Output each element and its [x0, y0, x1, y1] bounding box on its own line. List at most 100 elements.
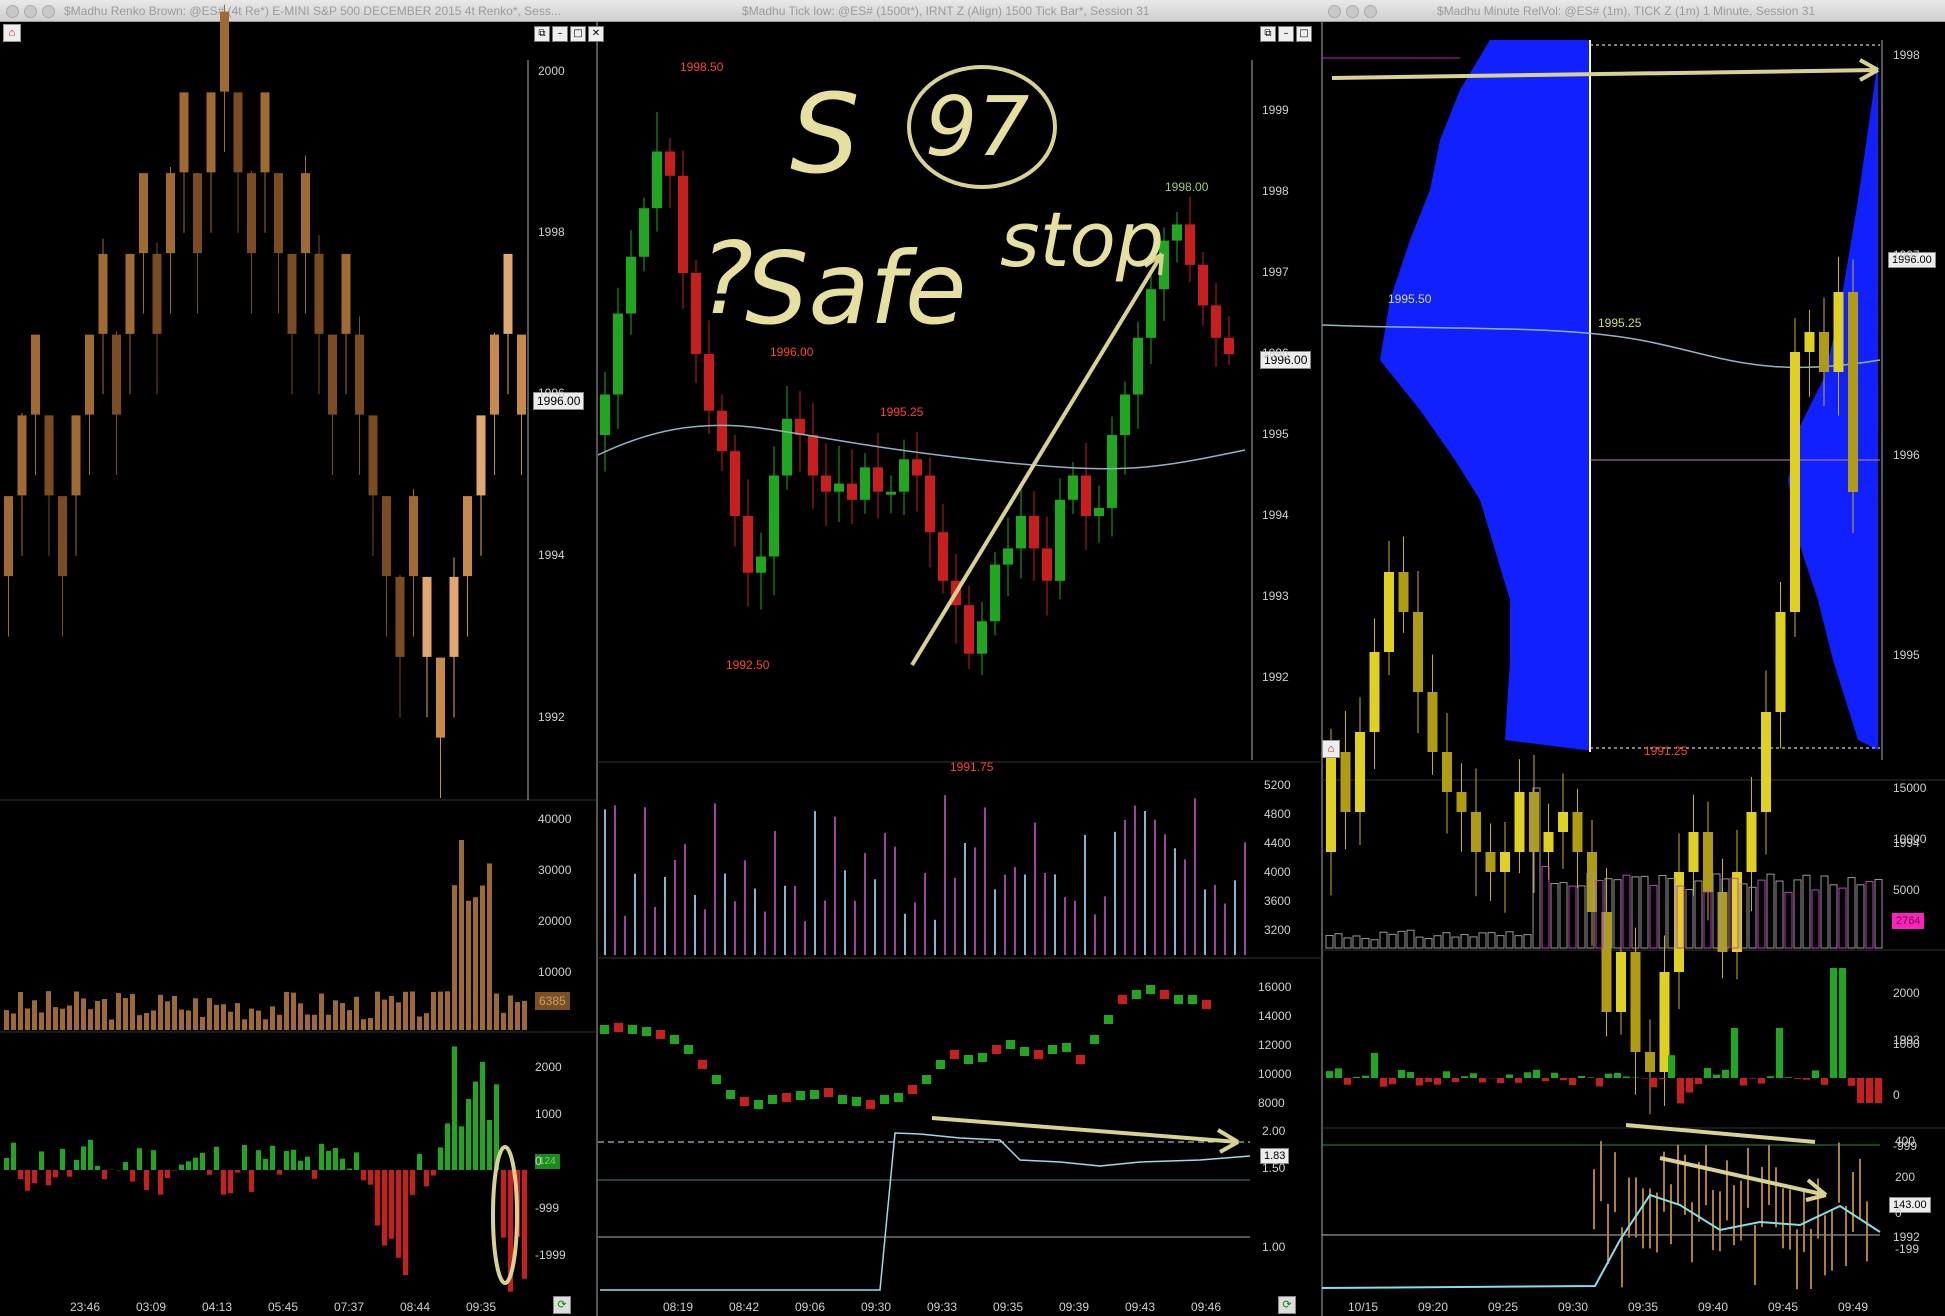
osc-tick-label: -1999 — [535, 1248, 566, 1262]
osc-candle — [880, 1095, 889, 1104]
home-icon[interactable]: ⌂ — [1322, 740, 1340, 758]
volume-bar — [1649, 884, 1658, 949]
refresh-icon[interactable]: ⟳ — [553, 1296, 571, 1314]
close-icon[interactable]: ✕ — [588, 26, 604, 42]
volume-bar — [466, 900, 471, 1030]
window-controls-right[interactable]: ⧉ – □ — [1260, 26, 1312, 42]
osc-bar — [277, 1170, 282, 1175]
osc-bar — [1740, 1078, 1747, 1086]
osc-bar — [256, 1150, 261, 1170]
volume-bar — [102, 999, 107, 1030]
osc-candle — [740, 1097, 749, 1106]
osc-candle — [1132, 990, 1141, 999]
osc-bar — [1578, 1075, 1585, 1078]
volume-tick-label: 5200 — [1264, 778, 1291, 792]
osc-bar — [1398, 1070, 1405, 1078]
volume-bar — [46, 991, 51, 1030]
candle-body — [756, 556, 766, 573]
osc-candle — [698, 1060, 707, 1069]
osc-bar — [1875, 1078, 1882, 1103]
volume-bar — [172, 995, 177, 1030]
volume-bar — [375, 991, 380, 1030]
detach-icon[interactable]: ⧉ — [534, 26, 550, 42]
osc-candle — [600, 1025, 609, 1034]
candle-body — [1185, 224, 1195, 265]
osc-bar — [1443, 1071, 1450, 1078]
osc-tick-label: 12000 — [1258, 1038, 1292, 1052]
volume-bar — [1685, 889, 1694, 949]
osc-tick-label: 8000 — [1258, 1096, 1285, 1110]
volume-bar — [473, 897, 478, 1030]
osc-bar — [130, 1170, 135, 1182]
osc-bar — [291, 1149, 296, 1170]
osc-bar — [123, 1161, 128, 1170]
volume-bar — [11, 1013, 16, 1030]
candle-body — [1326, 752, 1336, 852]
osc-bar — [39, 1151, 44, 1170]
home-icon[interactable]: ⌂ — [3, 24, 21, 42]
osc-tick-label: 1000 — [1893, 1037, 1920, 1051]
candle-body — [873, 467, 883, 492]
candle-body — [678, 175, 688, 273]
candle-body — [1456, 792, 1467, 812]
price-tick-label: 1998 — [1262, 184, 1289, 198]
osc-bar — [1506, 1074, 1513, 1078]
volume-bar — [109, 1019, 114, 1030]
price-tick-label: 1996 — [1262, 346, 1289, 360]
price-tick-label: 2000 — [538, 64, 565, 78]
price-tick-label: 1997 — [1893, 248, 1920, 262]
detach-icon[interactable]: ⧉ — [1260, 26, 1276, 42]
osc-bar — [102, 1170, 107, 1180]
osc-bar — [270, 1145, 275, 1170]
osc-bar — [172, 1170, 177, 1171]
refresh-icon[interactable]: ⟳ — [1278, 1296, 1296, 1314]
osc-bar — [1821, 1078, 1828, 1085]
volume-bar — [1334, 933, 1343, 949]
volume-bar — [361, 1019, 366, 1030]
osc-bar — [1479, 1078, 1486, 1083]
candle-body — [730, 451, 740, 516]
osc-bar — [207, 1170, 212, 1175]
candle-body — [977, 621, 987, 654]
osc-bar — [67, 1170, 72, 1177]
candle-body — [1543, 832, 1554, 852]
osc-bar — [438, 1147, 443, 1170]
candle-body — [847, 483, 857, 500]
volume-tick-label: 4000 — [1264, 865, 1291, 879]
osc-bar — [60, 1148, 65, 1170]
volume-bar — [123, 998, 128, 1030]
osc-bar — [396, 1170, 401, 1258]
osc-bar — [249, 1170, 254, 1192]
osc-bar — [403, 1170, 408, 1276]
volume-bar — [1757, 879, 1766, 949]
osc-bar — [1866, 1078, 1873, 1103]
osc-candle — [1202, 1000, 1211, 1009]
volume-bar — [25, 1008, 30, 1030]
osc-bar — [1425, 1078, 1432, 1082]
osc-candle — [796, 1091, 805, 1100]
maximize-icon[interactable]: □ — [1296, 26, 1312, 42]
volume-bar — [130, 994, 135, 1030]
time-axis-label: 09:46 — [1191, 1300, 1222, 1314]
minimize-icon[interactable]: – — [1278, 26, 1294, 42]
maximize-icon[interactable]: □ — [570, 26, 586, 42]
window-controls-middle[interactable]: ⧉ – □ ✕ — [534, 26, 604, 42]
candle-body — [782, 418, 792, 476]
time-axis-label: 09:43 — [1125, 1300, 1156, 1314]
osc-bar — [1533, 1069, 1540, 1078]
osc-candle — [992, 1045, 1001, 1054]
osc-bar — [1362, 1075, 1369, 1078]
osc-bar — [1668, 1055, 1675, 1078]
minimize-icon[interactable]: – — [552, 26, 568, 42]
volume-bar — [235, 1003, 240, 1030]
candle-body — [1003, 548, 1013, 565]
time-axis-label: 09:35 — [466, 1300, 497, 1314]
osc-bar — [186, 1161, 191, 1170]
volume-bar — [424, 1013, 429, 1030]
volume-bar — [1802, 874, 1811, 949]
chart-canvas[interactable] — [0, 0, 1945, 1316]
volume-bar — [1460, 934, 1469, 949]
time-axis-label: 09:30 — [1558, 1300, 1589, 1314]
candle-body — [600, 394, 610, 435]
volume-bar — [1370, 939, 1379, 949]
